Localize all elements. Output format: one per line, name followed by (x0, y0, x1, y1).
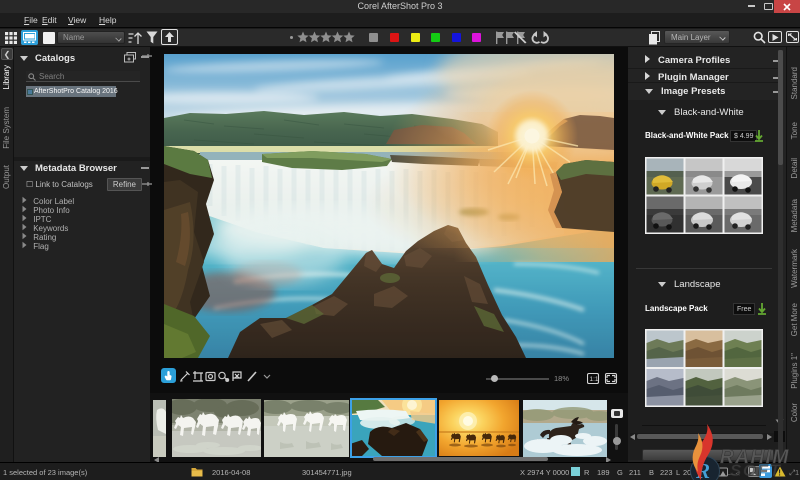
svg-text:1:1: 1:1 (590, 376, 599, 383)
svg-text:!: ! (778, 469, 781, 478)
